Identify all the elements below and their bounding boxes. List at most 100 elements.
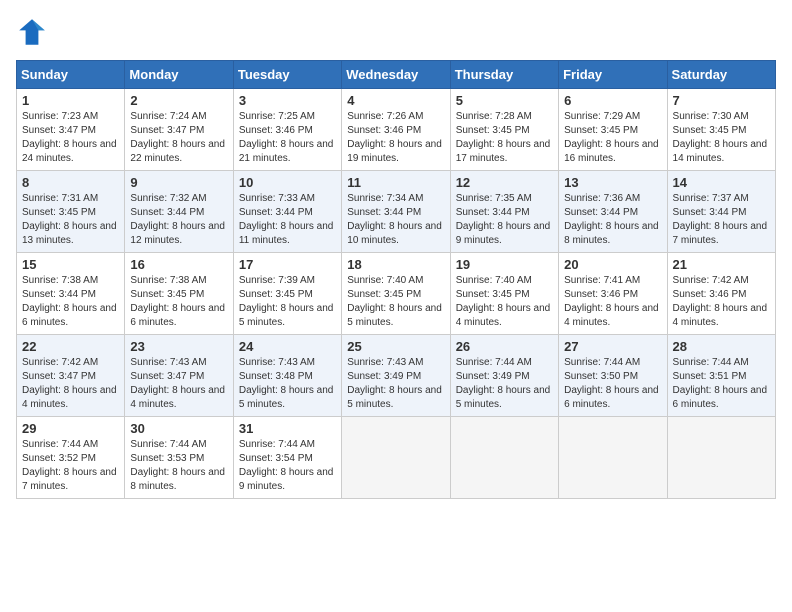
day-number: 22 <box>22 339 119 354</box>
day-info: Sunrise: 7:30 AM Sunset: 3:45 PM Dayligh… <box>673 110 770 166</box>
col-header-sunday: Sunday <box>17 61 125 89</box>
day-info: Sunrise: 7:44 AM Sunset: 3:50 PM Dayligh… <box>564 356 661 412</box>
day-number: 11 <box>347 175 444 190</box>
week-row-1: 1 Sunrise: 7:23 AM Sunset: 3:47 PM Dayli… <box>17 89 776 171</box>
day-number: 8 <box>22 175 119 190</box>
calendar-table: SundayMondayTuesdayWednesdayThursdayFrid… <box>16 60 776 499</box>
col-header-monday: Monday <box>125 61 233 89</box>
day-number: 21 <box>673 257 770 272</box>
week-row-3: 15 Sunrise: 7:38 AM Sunset: 3:44 PM Dayl… <box>17 253 776 335</box>
day-cell: 2 Sunrise: 7:24 AM Sunset: 3:47 PM Dayli… <box>125 89 233 171</box>
day-number: 14 <box>673 175 770 190</box>
day-info: Sunrise: 7:37 AM Sunset: 3:44 PM Dayligh… <box>673 192 770 248</box>
day-number: 31 <box>239 421 336 436</box>
day-cell: 12 Sunrise: 7:35 AM Sunset: 3:44 PM Dayl… <box>450 171 558 253</box>
day-info: Sunrise: 7:44 AM Sunset: 3:51 PM Dayligh… <box>673 356 770 412</box>
day-number: 20 <box>564 257 661 272</box>
day-info: Sunrise: 7:40 AM Sunset: 3:45 PM Dayligh… <box>456 274 553 330</box>
day-cell: 6 Sunrise: 7:29 AM Sunset: 3:45 PM Dayli… <box>559 89 667 171</box>
day-number: 27 <box>564 339 661 354</box>
day-cell: 25 Sunrise: 7:43 AM Sunset: 3:49 PM Dayl… <box>342 335 450 417</box>
logo <box>16 16 52 48</box>
day-cell: 26 Sunrise: 7:44 AM Sunset: 3:49 PM Dayl… <box>450 335 558 417</box>
day-info: Sunrise: 7:24 AM Sunset: 3:47 PM Dayligh… <box>130 110 227 166</box>
day-cell: 7 Sunrise: 7:30 AM Sunset: 3:45 PM Dayli… <box>667 89 775 171</box>
day-info: Sunrise: 7:38 AM Sunset: 3:45 PM Dayligh… <box>130 274 227 330</box>
day-cell <box>450 417 558 499</box>
day-info: Sunrise: 7:43 AM Sunset: 3:49 PM Dayligh… <box>347 356 444 412</box>
day-cell: 9 Sunrise: 7:32 AM Sunset: 3:44 PM Dayli… <box>125 171 233 253</box>
col-header-friday: Friday <box>559 61 667 89</box>
day-number: 4 <box>347 93 444 108</box>
day-cell: 24 Sunrise: 7:43 AM Sunset: 3:48 PM Dayl… <box>233 335 341 417</box>
day-number: 9 <box>130 175 227 190</box>
page-header <box>16 16 776 48</box>
day-info: Sunrise: 7:43 AM Sunset: 3:47 PM Dayligh… <box>130 356 227 412</box>
day-cell: 3 Sunrise: 7:25 AM Sunset: 3:46 PM Dayli… <box>233 89 341 171</box>
day-number: 29 <box>22 421 119 436</box>
col-header-thursday: Thursday <box>450 61 558 89</box>
day-info: Sunrise: 7:44 AM Sunset: 3:54 PM Dayligh… <box>239 438 336 494</box>
col-header-tuesday: Tuesday <box>233 61 341 89</box>
day-cell: 20 Sunrise: 7:41 AM Sunset: 3:46 PM Dayl… <box>559 253 667 335</box>
day-cell: 14 Sunrise: 7:37 AM Sunset: 3:44 PM Dayl… <box>667 171 775 253</box>
day-cell: 31 Sunrise: 7:44 AM Sunset: 3:54 PM Dayl… <box>233 417 341 499</box>
day-cell: 22 Sunrise: 7:42 AM Sunset: 3:47 PM Dayl… <box>17 335 125 417</box>
day-info: Sunrise: 7:38 AM Sunset: 3:44 PM Dayligh… <box>22 274 119 330</box>
day-cell: 1 Sunrise: 7:23 AM Sunset: 3:47 PM Dayli… <box>17 89 125 171</box>
day-cell: 11 Sunrise: 7:34 AM Sunset: 3:44 PM Dayl… <box>342 171 450 253</box>
day-cell <box>559 417 667 499</box>
day-number: 7 <box>673 93 770 108</box>
day-info: Sunrise: 7:44 AM Sunset: 3:52 PM Dayligh… <box>22 438 119 494</box>
day-info: Sunrise: 7:31 AM Sunset: 3:45 PM Dayligh… <box>22 192 119 248</box>
day-number: 10 <box>239 175 336 190</box>
day-cell: 29 Sunrise: 7:44 AM Sunset: 3:52 PM Dayl… <box>17 417 125 499</box>
day-cell: 8 Sunrise: 7:31 AM Sunset: 3:45 PM Dayli… <box>17 171 125 253</box>
day-number: 17 <box>239 257 336 272</box>
day-info: Sunrise: 7:35 AM Sunset: 3:44 PM Dayligh… <box>456 192 553 248</box>
day-cell: 18 Sunrise: 7:40 AM Sunset: 3:45 PM Dayl… <box>342 253 450 335</box>
day-number: 18 <box>347 257 444 272</box>
week-row-2: 8 Sunrise: 7:31 AM Sunset: 3:45 PM Dayli… <box>17 171 776 253</box>
day-info: Sunrise: 7:34 AM Sunset: 3:44 PM Dayligh… <box>347 192 444 248</box>
day-info: Sunrise: 7:44 AM Sunset: 3:49 PM Dayligh… <box>456 356 553 412</box>
day-cell: 21 Sunrise: 7:42 AM Sunset: 3:46 PM Dayl… <box>667 253 775 335</box>
day-cell: 13 Sunrise: 7:36 AM Sunset: 3:44 PM Dayl… <box>559 171 667 253</box>
day-info: Sunrise: 7:28 AM Sunset: 3:45 PM Dayligh… <box>456 110 553 166</box>
day-cell: 28 Sunrise: 7:44 AM Sunset: 3:51 PM Dayl… <box>667 335 775 417</box>
day-cell: 4 Sunrise: 7:26 AM Sunset: 3:46 PM Dayli… <box>342 89 450 171</box>
day-cell: 17 Sunrise: 7:39 AM Sunset: 3:45 PM Dayl… <box>233 253 341 335</box>
day-number: 25 <box>347 339 444 354</box>
day-info: Sunrise: 7:41 AM Sunset: 3:46 PM Dayligh… <box>564 274 661 330</box>
day-info: Sunrise: 7:33 AM Sunset: 3:44 PM Dayligh… <box>239 192 336 248</box>
day-cell <box>342 417 450 499</box>
week-row-4: 22 Sunrise: 7:42 AM Sunset: 3:47 PM Dayl… <box>17 335 776 417</box>
week-row-5: 29 Sunrise: 7:44 AM Sunset: 3:52 PM Dayl… <box>17 417 776 499</box>
day-cell: 5 Sunrise: 7:28 AM Sunset: 3:45 PM Dayli… <box>450 89 558 171</box>
day-cell: 19 Sunrise: 7:40 AM Sunset: 3:45 PM Dayl… <box>450 253 558 335</box>
day-info: Sunrise: 7:42 AM Sunset: 3:46 PM Dayligh… <box>673 274 770 330</box>
day-info: Sunrise: 7:44 AM Sunset: 3:53 PM Dayligh… <box>130 438 227 494</box>
day-number: 13 <box>564 175 661 190</box>
col-header-saturday: Saturday <box>667 61 775 89</box>
day-cell: 15 Sunrise: 7:38 AM Sunset: 3:44 PM Dayl… <box>17 253 125 335</box>
day-number: 15 <box>22 257 119 272</box>
day-number: 1 <box>22 93 119 108</box>
day-cell: 30 Sunrise: 7:44 AM Sunset: 3:53 PM Dayl… <box>125 417 233 499</box>
day-info: Sunrise: 7:23 AM Sunset: 3:47 PM Dayligh… <box>22 110 119 166</box>
day-number: 24 <box>239 339 336 354</box>
day-info: Sunrise: 7:25 AM Sunset: 3:46 PM Dayligh… <box>239 110 336 166</box>
day-number: 23 <box>130 339 227 354</box>
day-cell: 16 Sunrise: 7:38 AM Sunset: 3:45 PM Dayl… <box>125 253 233 335</box>
day-number: 19 <box>456 257 553 272</box>
day-number: 26 <box>456 339 553 354</box>
day-number: 6 <box>564 93 661 108</box>
day-info: Sunrise: 7:36 AM Sunset: 3:44 PM Dayligh… <box>564 192 661 248</box>
day-number: 5 <box>456 93 553 108</box>
day-cell <box>667 417 775 499</box>
day-cell: 23 Sunrise: 7:43 AM Sunset: 3:47 PM Dayl… <box>125 335 233 417</box>
day-number: 3 <box>239 93 336 108</box>
day-number: 30 <box>130 421 227 436</box>
day-cell: 10 Sunrise: 7:33 AM Sunset: 3:44 PM Dayl… <box>233 171 341 253</box>
day-number: 16 <box>130 257 227 272</box>
